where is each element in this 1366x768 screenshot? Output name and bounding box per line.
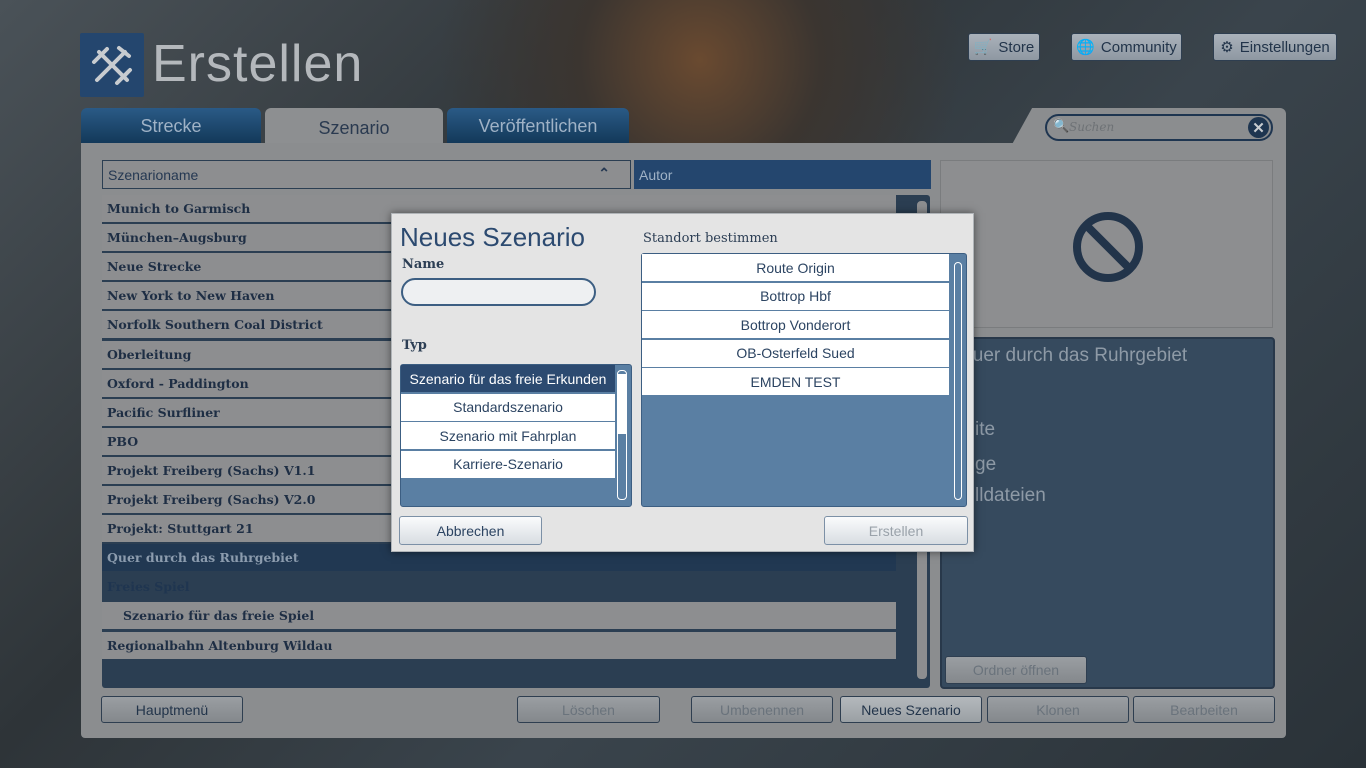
dialog-title: Neues Szenario <box>400 222 585 252</box>
new-scenario-button[interactable]: Neues Szenario <box>840 696 982 723</box>
rename-button[interactable]: Umbenennen <box>691 696 833 723</box>
type-scrollbar[interactable] <box>617 370 627 500</box>
settings-button[interactable]: ⚙ Einstellungen <box>1213 33 1337 61</box>
type-item[interactable]: Standardszenario <box>401 393 615 421</box>
tools-icon <box>92 46 132 85</box>
column-header-name[interactable]: Szenarioname ⌃ <box>102 160 631 189</box>
details-panel: Quer durch das Ruhrgebiet ite ge lldatei… <box>940 337 1275 689</box>
gear-icon: ⚙ <box>1220 39 1234 56</box>
location-item[interactable]: OB-Osterfeld Sued <box>642 339 949 367</box>
column-header-author[interactable]: Autor <box>634 160 931 189</box>
community-button[interactable]: 🌐 Community <box>1071 33 1182 61</box>
store-button[interactable]: 🛒 Store <box>968 33 1040 61</box>
tab-szenario[interactable]: Szenario <box>265 108 443 148</box>
cart-icon: 🛒 <box>973 39 993 56</box>
type-list: Szenario für das freie Erkunden Standards… <box>400 364 632 507</box>
sort-asc-icon: ⌃ <box>598 165 610 181</box>
type-item[interactable]: Szenario mit Fahrplan <box>401 422 615 450</box>
create-button[interactable]: Erstellen <box>824 516 968 545</box>
search-icon: 🔍 <box>1053 118 1070 133</box>
delete-button[interactable]: Löschen <box>517 696 660 723</box>
page-title: Erstellen <box>152 35 364 93</box>
location-list: Route Origin Bottrop Hbf Bottrop Vonderort… <box>641 253 967 507</box>
cancel-button[interactable]: Abbrechen <box>399 516 542 545</box>
no-image-icon <box>1073 212 1143 282</box>
create-logo <box>80 33 144 97</box>
preview-image <box>940 160 1273 328</box>
new-scenario-dialog: Neues Szenario Name Typ Szenario für das… <box>391 213 974 552</box>
location-item[interactable]: Bottrop Vonderort <box>642 311 949 338</box>
type-item[interactable]: Karriere-Szenario <box>401 450 615 478</box>
search-field[interactable]: 🔍 Suchen ✕ <box>1045 114 1273 141</box>
location-item[interactable]: Route Origin <box>642 254 949 281</box>
name-input[interactable] <box>401 278 596 306</box>
clear-search-icon[interactable]: ✕ <box>1248 117 1269 138</box>
edit-button[interactable]: Bearbeiten <box>1133 696 1275 723</box>
tab-strecke[interactable]: Strecke <box>81 108 261 144</box>
globe-icon: 🌐 <box>1076 39 1095 56</box>
location-scrollbar[interactable] <box>954 262 962 500</box>
scenario-row[interactable]: Regionalbahn Altenburg Wildau <box>102 631 896 659</box>
tab-veroeffentlichen[interactable]: Veröffentlichen <box>447 108 629 144</box>
clone-button[interactable]: Klonen <box>987 696 1129 723</box>
type-item[interactable]: Szenario für das freie Erkunden <box>401 365 615 392</box>
location-item[interactable]: Bottrop Hbf <box>642 282 949 310</box>
scenario-row[interactable]: Szenario für das freie Spiel <box>102 602 896 630</box>
location-item[interactable]: EMDEN TEST <box>642 368 949 395</box>
open-folder-button[interactable]: Ordner öffnen <box>945 656 1087 684</box>
scenario-row[interactable]: Freies Spiel <box>102 573 896 601</box>
main-menu-button[interactable]: Hauptmenü <box>101 696 243 723</box>
